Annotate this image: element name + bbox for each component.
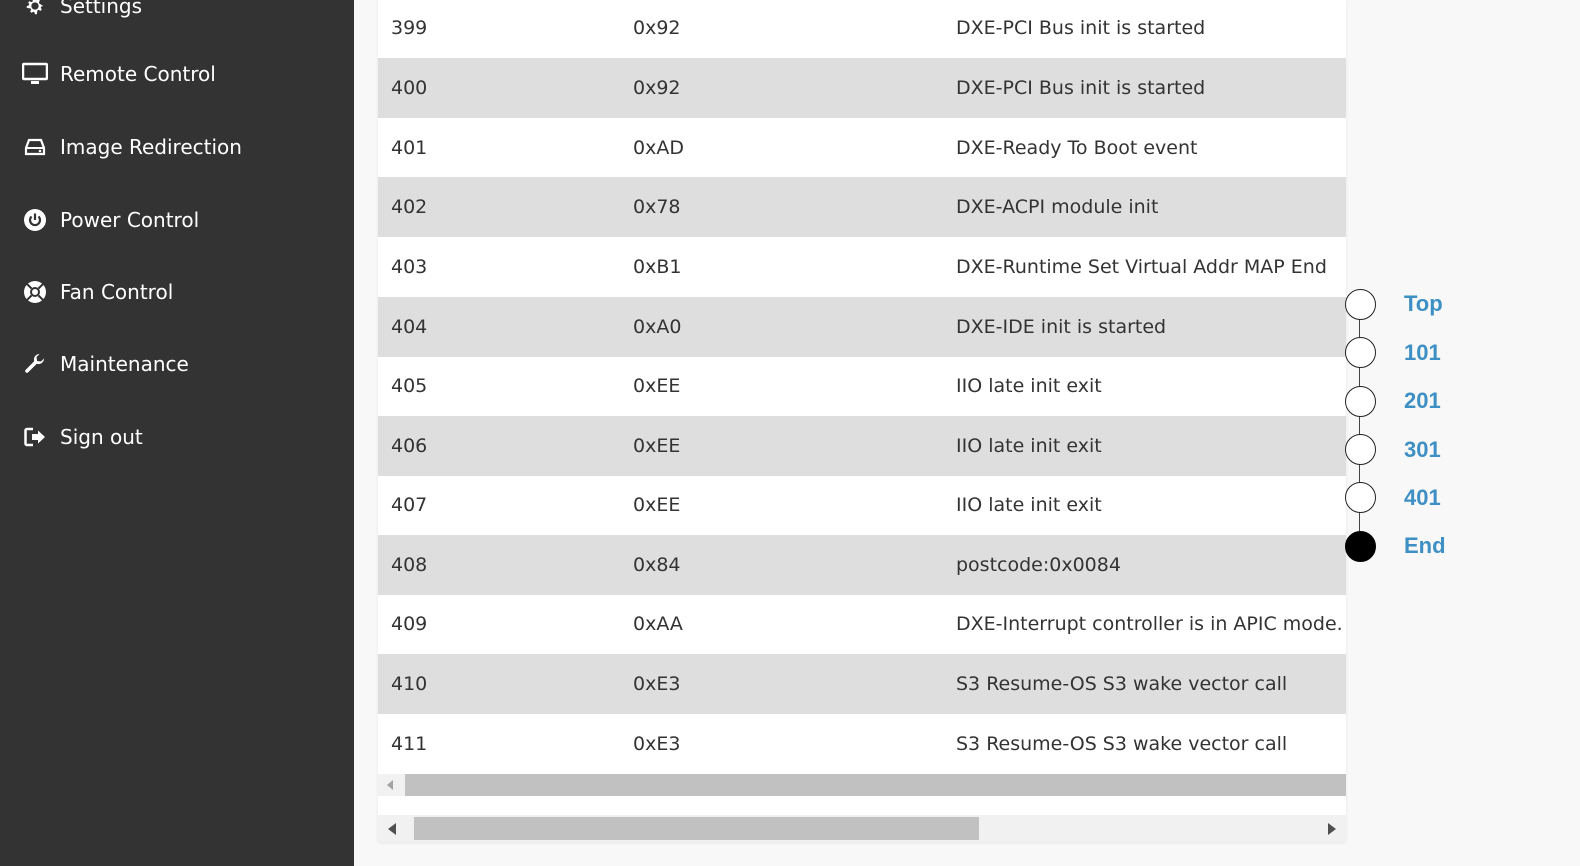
power-icon <box>22 207 48 233</box>
row-description: DXE-Runtime Set Virtual Addr MAP End <box>956 256 1327 278</box>
jump-link-top[interactable]: Top <box>1404 291 1443 317</box>
scroll-left-arrow-icon[interactable] <box>388 823 396 835</box>
sidebar-item-remote-control[interactable]: Remote Control <box>0 44 354 104</box>
sidebar-item-label: Maintenance <box>60 352 189 376</box>
row-code: 0xE3 <box>633 733 681 755</box>
row-description: DXE-IDE init is started <box>956 316 1167 338</box>
row-index: 405 <box>391 375 428 397</box>
row-code: 0xEE <box>633 435 681 457</box>
sidebar-item-label: Image Redirection <box>60 135 242 159</box>
jump-link-301[interactable]: 301 <box>1404 437 1441 463</box>
table-row: 411 0xE3 S3 Resume-OS S3 wake vector cal… <box>378 714 1346 774</box>
sidebar-item-label: Fan Control <box>60 280 174 304</box>
row-description: DXE-Ready To Boot event <box>956 137 1198 159</box>
jump-link-201[interactable]: 201 <box>1404 388 1441 414</box>
scroll-right-arrow-icon[interactable] <box>1328 823 1336 835</box>
row-index: 403 <box>391 256 428 278</box>
row-code: 0x92 <box>633 17 681 39</box>
wrench-icon <box>22 351 48 377</box>
jump-link-401[interactable]: 401 <box>1404 485 1441 511</box>
row-index: 410 <box>391 673 428 695</box>
table-row: 410 0xE3 S3 Resume-OS S3 wake vector cal… <box>378 654 1346 714</box>
sidebar-item-fan-control[interactable]: Fan Control <box>0 262 354 322</box>
row-description: postcode:0x0084 <box>956 554 1121 576</box>
table-row: 399 0x92 DXE-PCI Bus init is started <box>378 0 1346 58</box>
row-description: DXE-Interrupt controller is in APIC mode… <box>956 613 1343 635</box>
row-index: 399 <box>391 17 428 39</box>
jump-link-end[interactable]: End <box>1404 533 1446 559</box>
jump-node-top[interactable] <box>1345 289 1376 320</box>
row-index: 408 <box>391 554 428 576</box>
post-code-table: 399 0x92 DXE-PCI Bus init is started 400… <box>378 0 1346 774</box>
table-row: 409 0xAA DXE-Interrupt controller is in … <box>378 594 1346 654</box>
row-description: IIO late init exit <box>956 435 1102 457</box>
drive-icon <box>22 134 48 160</box>
table-row: 405 0xEE IIO late init exit <box>378 356 1346 416</box>
jump-node-301[interactable] <box>1345 434 1376 465</box>
row-code: 0x78 <box>633 196 681 218</box>
row-description: S3 Resume-OS S3 wake vector call <box>956 673 1288 695</box>
sidebar-item-sign-out[interactable]: Sign out <box>0 407 354 467</box>
jump-node-401[interactable] <box>1345 482 1376 513</box>
scroll-left-arrow-icon[interactable] <box>387 780 393 790</box>
sidebar-item-label: Sign out <box>60 425 143 449</box>
row-code: 0xAA <box>633 613 683 635</box>
row-code: 0xA0 <box>633 316 682 338</box>
row-index: 409 <box>391 613 428 635</box>
row-code: 0xAD <box>633 137 684 159</box>
row-description: S3 Resume-OS S3 wake vector call <box>956 733 1288 755</box>
sidebar-item-image-redirection[interactable]: Image Redirection <box>0 117 354 177</box>
sidebar: Settings Remote Control Image Redirectio… <box>0 0 354 866</box>
jump-node-201[interactable] <box>1345 386 1376 417</box>
row-description: DXE-ACPI module init <box>956 196 1159 218</box>
panel-horizontal-scrollbar[interactable] <box>378 815 1346 842</box>
table-row: 407 0xEE IIO late init exit <box>378 475 1346 535</box>
row-description: IIO late init exit <box>956 375 1102 397</box>
table-row: 403 0xB1 DXE-Runtime Set Virtual Addr MA… <box>378 237 1346 297</box>
sign-out-icon <box>22 424 48 450</box>
row-description: DXE-PCI Bus init is started <box>956 77 1206 99</box>
row-index: 406 <box>391 435 428 457</box>
sidebar-item-label: Power Control <box>60 208 200 232</box>
sidebar-item-power-control[interactable]: Power Control <box>0 190 354 250</box>
scrollbar-thumb[interactable] <box>405 774 1346 796</box>
row-code: 0xEE <box>633 494 681 516</box>
jump-node-101[interactable] <box>1345 337 1376 368</box>
jump-navigation: Top 101 201 301 401 End <box>1345 280 1545 580</box>
table-row: 400 0x92 DXE-PCI Bus init is started <box>378 58 1346 118</box>
fan-icon <box>22 279 48 305</box>
sidebar-item-maintenance[interactable]: Maintenance <box>0 334 354 394</box>
table-row: 406 0xEE IIO late init exit <box>378 416 1346 476</box>
sidebar-item-label: Remote Control <box>60 62 216 86</box>
jump-node-end[interactable] <box>1345 531 1376 562</box>
monitor-icon <box>22 61 48 87</box>
scrollbar-thumb[interactable] <box>414 817 979 840</box>
row-code: 0x92 <box>633 77 681 99</box>
row-index: 400 <box>391 77 428 99</box>
table-row: 408 0x84 postcode:0x0084 <box>378 535 1346 595</box>
sidebar-item-label: Settings <box>60 0 143 18</box>
gear-icon <box>22 0 48 19</box>
table-row: 402 0x78 DXE-ACPI module init <box>378 177 1346 237</box>
row-index: 404 <box>391 316 428 338</box>
row-description: IIO late init exit <box>956 494 1102 516</box>
row-index: 402 <box>391 196 428 218</box>
row-code: 0xE3 <box>633 673 681 695</box>
row-code: 0x84 <box>633 554 681 576</box>
sidebar-item-settings[interactable]: Settings <box>0 0 354 36</box>
row-code: 0xB1 <box>633 256 682 278</box>
row-index: 411 <box>391 733 428 755</box>
row-description: DXE-PCI Bus init is started <box>956 17 1206 39</box>
post-code-log-panel: 399 0x92 DXE-PCI Bus init is started 400… <box>378 0 1346 842</box>
row-index: 407 <box>391 494 428 516</box>
table-row: 401 0xAD DXE-Ready To Boot event <box>378 118 1346 178</box>
jump-link-101[interactable]: 101 <box>1404 340 1441 366</box>
row-code: 0xEE <box>633 375 681 397</box>
table-row: 404 0xA0 DXE-IDE init is started <box>378 297 1346 357</box>
table-horizontal-scrollbar[interactable] <box>378 774 1346 796</box>
row-index: 401 <box>391 137 428 159</box>
